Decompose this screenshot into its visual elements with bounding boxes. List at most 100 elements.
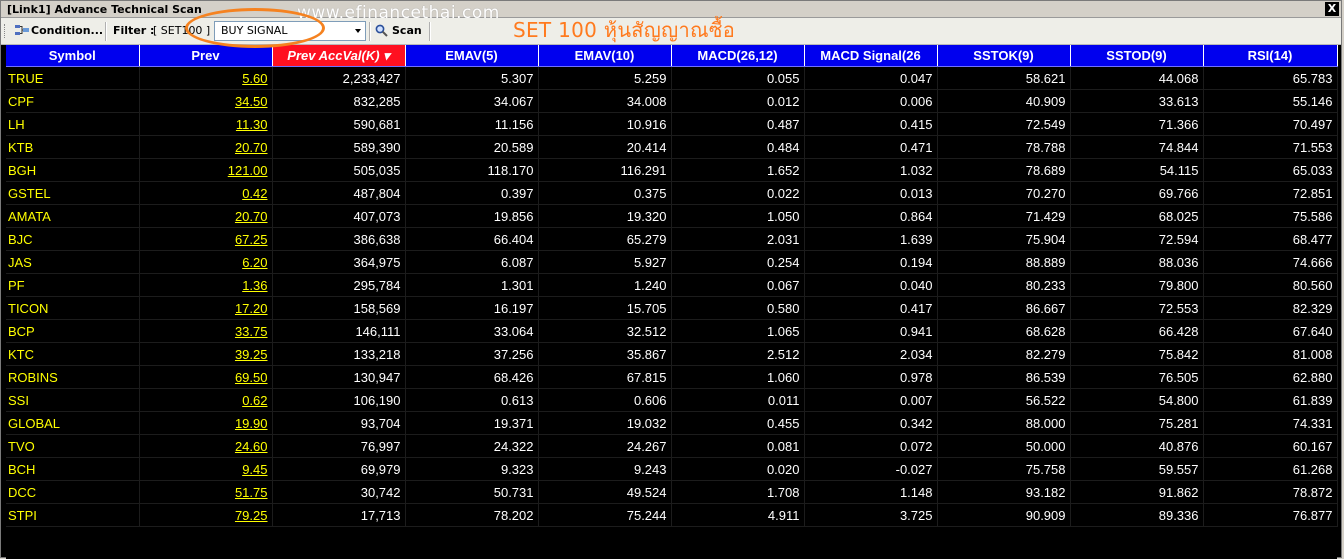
- symbol-cell[interactable]: ROBINS: [6, 365, 140, 389]
- value-cell: 295,784: [272, 273, 406, 297]
- symbol-cell[interactable]: LH: [6, 112, 140, 136]
- table-row[interactable]: TRUE 5.60 2,233,427 5.307 5.259 0.055 0.047 58.…: [6, 66, 1338, 90]
- prev-price-link[interactable]: 6.20: [139, 250, 273, 274]
- scan-results-grid[interactable]: Symbol Prev Prev AccVal(K) ▾ EMAV(5) EMAV(10…: [6, 45, 1338, 559]
- value-cell: 0.011: [671, 388, 805, 412]
- value-cell: 58.621: [937, 66, 1071, 90]
- table-row[interactable]: BJC 67.25 386,638 66.404 65.279 2.031 1.639 75.…: [6, 227, 1338, 251]
- prev-price-link[interactable]: 11.30: [139, 112, 273, 136]
- prev-price-link[interactable]: 20.70: [139, 135, 273, 159]
- prev-price-link[interactable]: 69.50: [139, 365, 273, 389]
- table-row[interactable]: GLOBAL 19.90 93,704 19.371 19.032 0.455 0.342 8…: [6, 411, 1338, 435]
- prev-price-link[interactable]: 79.25: [139, 503, 273, 527]
- symbol-cell[interactable]: KTB: [6, 135, 140, 159]
- value-cell: 82.329: [1203, 296, 1338, 320]
- value-cell: 20.589: [405, 135, 539, 159]
- value-cell: 146,111: [272, 319, 406, 343]
- prev-price-link[interactable]: 121.00: [139, 158, 273, 182]
- value-cell: 0.020: [671, 457, 805, 481]
- symbol-cell[interactable]: GLOBAL: [6, 411, 140, 435]
- table-row[interactable]: GSTEL 0.42 487,804 0.397 0.375 0.022 0.013 70.2…: [6, 181, 1338, 205]
- signal-select[interactable]: BUY SIGNAL: [214, 21, 366, 41]
- symbol-cell[interactable]: SSI: [6, 388, 140, 412]
- table-row[interactable]: BCH 9.45 69,979 9.323 9.243 0.020 -0.027 75.758…: [6, 457, 1338, 481]
- symbol-cell[interactable]: BJC: [6, 227, 140, 251]
- close-button[interactable]: X: [1325, 2, 1339, 16]
- table-row[interactable]: STPI 79.25 17,713 78.202 75.244 4.911 3.725 90.…: [6, 503, 1338, 527]
- scan-button[interactable]: Scan: [375, 21, 422, 41]
- value-cell: 0.455: [671, 411, 805, 435]
- table-body: TRUE 5.60 2,233,427 5.307 5.259 0.055 0.047 58.…: [6, 66, 1338, 527]
- value-cell: 0.580: [671, 296, 805, 320]
- table-row[interactable]: ROBINS 69.50 130,947 68.426 67.815 1.060 0.978…: [6, 365, 1338, 389]
- value-cell: 70.497: [1203, 112, 1338, 136]
- symbol-cell[interactable]: KTC: [6, 342, 140, 366]
- table-row[interactable]: JAS 6.20 364,975 6.087 5.927 0.254 0.194 88.889…: [6, 250, 1338, 274]
- value-cell: 505,035: [272, 158, 406, 182]
- symbol-cell[interactable]: PF: [6, 273, 140, 297]
- condition-button[interactable]: Condition...: [15, 21, 103, 41]
- symbol-cell[interactable]: AMATA: [6, 204, 140, 228]
- prev-price-link[interactable]: 67.25: [139, 227, 273, 251]
- value-cell: 65.033: [1203, 158, 1338, 182]
- column-header-sorted[interactable]: Prev AccVal(K) ▾: [272, 45, 406, 67]
- column-header[interactable]: EMAV(10): [538, 45, 672, 67]
- prev-price-link[interactable]: 17.20: [139, 296, 273, 320]
- value-cell: 0.342: [804, 411, 938, 435]
- value-cell: 88.036: [1070, 250, 1204, 274]
- symbol-cell[interactable]: GSTEL: [6, 181, 140, 205]
- column-header[interactable]: Prev: [139, 45, 273, 67]
- table-header-row: Symbol Prev Prev AccVal(K) ▾ EMAV(5) EMAV(10…: [6, 45, 1338, 67]
- prev-price-link[interactable]: 20.70: [139, 204, 273, 228]
- prev-price-link[interactable]: 33.75: [139, 319, 273, 343]
- symbol-cell[interactable]: DCC: [6, 480, 140, 504]
- table-row[interactable]: BGH 121.00 505,035 118.170 116.291 1.652 1.032…: [6, 158, 1338, 182]
- value-cell: 74.844: [1070, 135, 1204, 159]
- prev-price-link[interactable]: 34.50: [139, 89, 273, 113]
- window-title: [Link1] Advance Technical Scan: [7, 3, 202, 16]
- column-header[interactable]: EMAV(5): [405, 45, 539, 67]
- column-header[interactable]: MACD Signal(26: [804, 45, 938, 67]
- value-cell: 1.639: [804, 227, 938, 251]
- prev-price-link[interactable]: 39.25: [139, 342, 273, 366]
- prev-price-link[interactable]: 0.62: [139, 388, 273, 412]
- symbol-cell[interactable]: STPI: [6, 503, 140, 527]
- table-row[interactable]: TVO 24.60 76,997 24.322 24.267 0.081 0.072 50.0…: [6, 434, 1338, 458]
- prev-price-link[interactable]: 1.36: [139, 273, 273, 297]
- symbol-cell[interactable]: TRUE: [6, 66, 140, 90]
- prev-price-link[interactable]: 24.60: [139, 434, 273, 458]
- toolbar-grip[interactable]: [4, 24, 8, 38]
- symbol-cell[interactable]: BCH: [6, 457, 140, 481]
- table-row[interactable]: LH 11.30 590,681 11.156 10.916 0.487 0.415 72.5…: [6, 112, 1338, 136]
- value-cell: 40.876: [1070, 434, 1204, 458]
- column-header[interactable]: SSTOK(9): [937, 45, 1071, 67]
- filter-set-value[interactable]: [ SET100 ]: [153, 21, 210, 41]
- symbol-cell[interactable]: JAS: [6, 250, 140, 274]
- symbol-cell[interactable]: CPF: [6, 89, 140, 113]
- symbol-cell[interactable]: TVO: [6, 434, 140, 458]
- table-row[interactable]: SSI 0.62 106,190 0.613 0.606 0.011 0.007 56.522…: [6, 388, 1338, 412]
- prev-price-link[interactable]: 5.60: [139, 66, 273, 90]
- table-row[interactable]: BCP 33.75 146,111 33.064 32.512 1.065 0.941 68.…: [6, 319, 1338, 343]
- table-row[interactable]: KTB 20.70 589,390 20.589 20.414 0.484 0.471 78.…: [6, 135, 1338, 159]
- table-row[interactable]: AMATA 20.70 407,073 19.856 19.320 1.050 0.864 7…: [6, 204, 1338, 228]
- column-header[interactable]: MACD(26,12): [671, 45, 805, 67]
- symbol-cell[interactable]: BGH: [6, 158, 140, 182]
- prev-price-link[interactable]: 51.75: [139, 480, 273, 504]
- table-row[interactable]: PF 1.36 295,784 1.301 1.240 0.067 0.040 80.233 7…: [6, 273, 1338, 297]
- table-row[interactable]: TICON 17.20 158,569 16.197 15.705 0.580 0.417 8…: [6, 296, 1338, 320]
- column-header[interactable]: SSTOD(9): [1070, 45, 1204, 67]
- prev-price-link[interactable]: 0.42: [139, 181, 273, 205]
- chevron-down-icon[interactable]: [355, 29, 361, 33]
- prev-price-link[interactable]: 19.90: [139, 411, 273, 435]
- column-header[interactable]: RSI(14): [1203, 45, 1338, 67]
- symbol-cell[interactable]: BCP: [6, 319, 140, 343]
- table-row[interactable]: KTC 39.25 133,218 37.256 35.867 2.512 2.034 82.…: [6, 342, 1338, 366]
- table-row[interactable]: CPF 34.50 832,285 34.067 34.008 0.012 0.006 40.…: [6, 89, 1338, 113]
- symbol-cell[interactable]: TICON: [6, 296, 140, 320]
- value-cell: 0.006: [804, 89, 938, 113]
- prev-price-link[interactable]: 9.45: [139, 457, 273, 481]
- value-cell: 91.862: [1070, 480, 1204, 504]
- table-row[interactable]: DCC 51.75 30,742 50.731 49.524 1.708 1.148 93.1…: [6, 480, 1338, 504]
- column-header[interactable]: Symbol: [6, 45, 140, 67]
